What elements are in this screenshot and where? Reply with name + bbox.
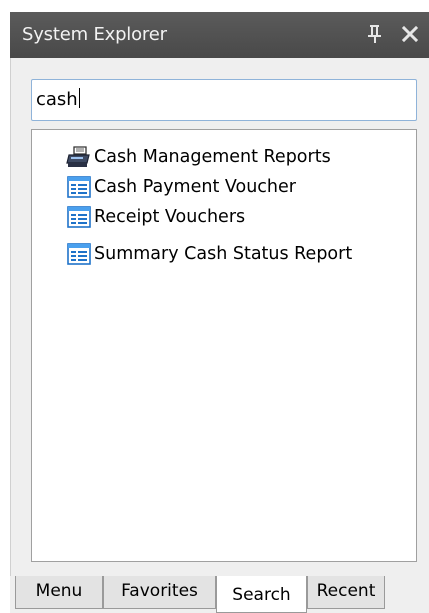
tree-item-receipt-vouchers[interactable]: Receipt Vouchers [66,203,245,231]
tab-favorites[interactable]: Favorites [103,576,216,609]
tree-item-label: Cash Management Reports [94,147,331,167]
search-input[interactable]: cash [31,79,417,121]
tab-strip: Menu Favorites Search Recent [10,576,429,613]
tab-recent[interactable]: Recent [307,576,385,609]
tree-item-label: Summary Cash Status Report [94,244,353,264]
title-bar: System Explorer [10,12,429,58]
tab-label: Search [232,585,291,605]
tree-item-label: Receipt Vouchers [94,207,246,227]
tab-label: Recent [316,581,376,601]
system-explorer-panel: System Explorer cash Cash Management Rep… [0,0,429,613]
tab-menu[interactable]: Menu [15,576,103,609]
tab-label: Menu [35,581,83,601]
form-icon [67,176,91,198]
search-input-value: cash [36,89,78,110]
tree-item-cash-payment-voucher[interactable]: Cash Payment Voucher [66,173,296,201]
close-icon[interactable] [398,22,422,46]
tab-label: Favorites [121,581,198,601]
pin-icon[interactable] [364,21,386,47]
tree-item-summary-cash-status-report[interactable]: Summary Cash Status Report [66,240,352,268]
tree-item-label: Cash Payment Voucher [94,177,296,197]
form-icon [67,206,91,228]
printer-report-icon [66,146,90,167]
panel-title: System Explorer [22,24,167,45]
tree-item-cash-management-reports[interactable]: Cash Management Reports [66,143,331,171]
form-icon [67,243,91,265]
tab-search[interactable]: Search [216,576,307,613]
text-caret [78,88,80,108]
